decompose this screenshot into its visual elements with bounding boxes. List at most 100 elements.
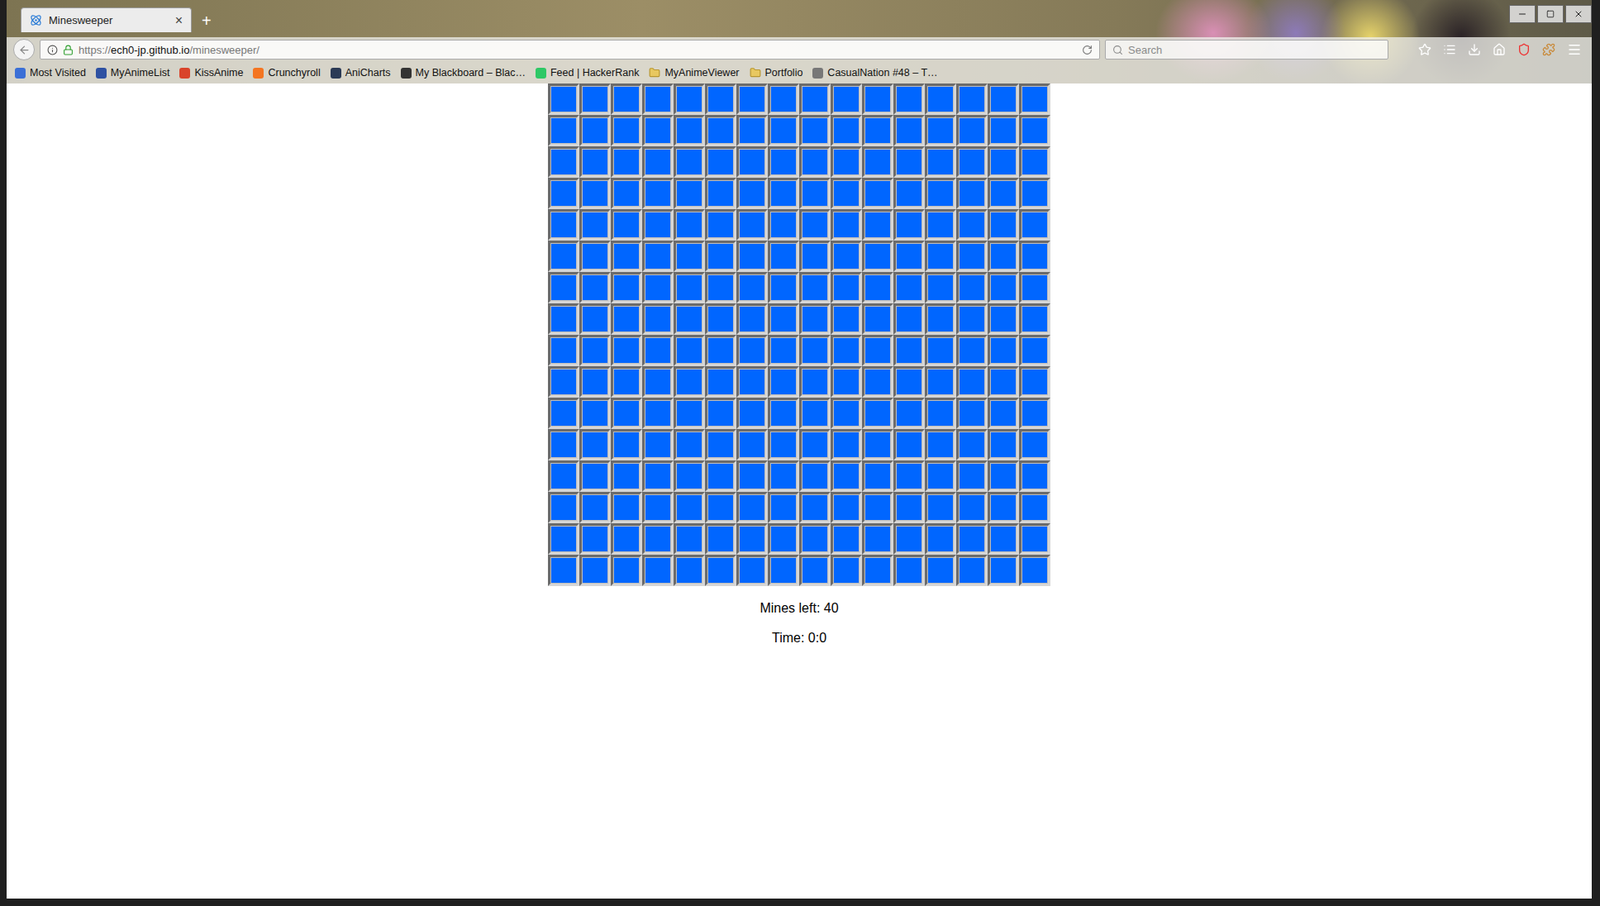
board-cell[interactable] xyxy=(704,240,737,272)
board-cell[interactable] xyxy=(547,523,580,555)
board-cell[interactable] xyxy=(610,83,643,115)
reload-icon[interactable] xyxy=(1081,44,1093,56)
board-cell[interactable] xyxy=(1019,366,1051,398)
board-cell[interactable] xyxy=(830,177,862,210)
board-cell[interactable] xyxy=(642,334,674,367)
board-cell[interactable] xyxy=(767,303,800,335)
board-cell[interactable] xyxy=(861,83,894,115)
board-cell[interactable] xyxy=(861,209,894,241)
board-cell[interactable] xyxy=(642,523,674,555)
board-cell[interactable] xyxy=(799,303,831,335)
board-cell[interactable] xyxy=(673,240,705,272)
board-cell[interactable] xyxy=(767,428,800,461)
board-cell[interactable] xyxy=(736,491,768,524)
board-cell[interactable] xyxy=(987,428,1020,461)
board-cell[interactable] xyxy=(924,554,957,586)
board-cell[interactable] xyxy=(861,271,894,304)
board-cell[interactable] xyxy=(736,146,768,178)
board-cell[interactable] xyxy=(924,240,957,272)
board-cell[interactable] xyxy=(1019,460,1051,492)
board-cell[interactable] xyxy=(861,240,894,272)
board-cell[interactable] xyxy=(673,146,705,178)
board-cell[interactable] xyxy=(673,554,705,586)
board-cell[interactable] xyxy=(610,303,643,335)
board-cell[interactable] xyxy=(987,334,1020,367)
board-cell[interactable] xyxy=(704,114,737,147)
board-cell[interactable] xyxy=(579,428,611,461)
board-cell[interactable] xyxy=(924,460,957,492)
board-cell[interactable] xyxy=(579,209,611,241)
board-cell[interactable] xyxy=(767,271,800,304)
board-cell[interactable] xyxy=(799,83,831,115)
board-cell[interactable] xyxy=(610,240,643,272)
board-cell[interactable] xyxy=(924,271,957,304)
board-cell[interactable] xyxy=(799,334,831,367)
board-cell[interactable] xyxy=(547,554,580,586)
board-cell[interactable] xyxy=(736,428,768,461)
board-cell[interactable] xyxy=(704,428,737,461)
board-cell[interactable] xyxy=(547,114,580,147)
board-cell[interactable] xyxy=(704,303,737,335)
board-cell[interactable] xyxy=(736,177,768,210)
board-cell[interactable] xyxy=(767,334,800,367)
board-cell[interactable] xyxy=(642,366,674,398)
shield-icon[interactable] xyxy=(1517,42,1531,57)
board-cell[interactable] xyxy=(893,209,925,241)
board-cell[interactable] xyxy=(956,460,988,492)
bookmark[interactable]: CasualNation #48 – T… xyxy=(812,66,938,79)
download-icon[interactable] xyxy=(1467,42,1481,57)
board-cell[interactable] xyxy=(987,83,1020,115)
board-cell[interactable] xyxy=(704,491,737,524)
board-cell[interactable] xyxy=(610,177,643,210)
board-cell[interactable] xyxy=(579,114,611,147)
board-cell[interactable] xyxy=(1019,397,1051,429)
board-cell[interactable] xyxy=(987,146,1020,178)
board-cell[interactable] xyxy=(924,146,957,178)
board-cell[interactable] xyxy=(673,428,705,461)
board-cell[interactable] xyxy=(579,146,611,178)
board-cell[interactable] xyxy=(893,491,925,524)
board-cell[interactable] xyxy=(799,114,831,147)
board-cell[interactable] xyxy=(956,177,988,210)
board-cell[interactable] xyxy=(547,428,580,461)
board-cell[interactable] xyxy=(830,83,862,115)
board-cell[interactable] xyxy=(579,491,611,524)
menu-icon[interactable] xyxy=(1566,42,1582,58)
board-cell[interactable] xyxy=(1019,554,1051,586)
board-cell[interactable] xyxy=(704,146,737,178)
board-cell[interactable] xyxy=(799,240,831,272)
board-cell[interactable] xyxy=(861,303,894,335)
board-cell[interactable] xyxy=(1019,209,1051,241)
board-cell[interactable] xyxy=(893,428,925,461)
addon-icon[interactable] xyxy=(1542,42,1556,57)
board-cell[interactable] xyxy=(956,146,988,178)
board-cell[interactable] xyxy=(830,271,862,304)
board-cell[interactable] xyxy=(610,428,643,461)
board-cell[interactable] xyxy=(799,271,831,304)
board-cell[interactable] xyxy=(642,240,674,272)
board-cell[interactable] xyxy=(830,428,862,461)
board-cell[interactable] xyxy=(799,460,831,492)
board-cell[interactable] xyxy=(830,366,862,398)
board-cell[interactable] xyxy=(767,366,800,398)
board-cell[interactable] xyxy=(736,240,768,272)
board-cell[interactable] xyxy=(767,83,800,115)
board-cell[interactable] xyxy=(610,271,643,304)
board-cell[interactable] xyxy=(704,177,737,210)
board-cell[interactable] xyxy=(673,334,705,367)
board-cell[interactable] xyxy=(893,240,925,272)
search-field[interactable]: Search xyxy=(1104,39,1389,60)
board-cell[interactable] xyxy=(579,366,611,398)
board-cell[interactable] xyxy=(987,271,1020,304)
board-cell[interactable] xyxy=(830,303,862,335)
bookmark-star-icon[interactable] xyxy=(1418,42,1432,57)
board-cell[interactable] xyxy=(956,303,988,335)
board-cell[interactable] xyxy=(547,240,580,272)
board-cell[interactable] xyxy=(924,491,957,524)
board-cell[interactable] xyxy=(924,523,957,555)
board-cell[interactable] xyxy=(861,114,894,147)
board-cell[interactable] xyxy=(736,209,768,241)
board-cell[interactable] xyxy=(861,523,894,555)
board-cell[interactable] xyxy=(1019,523,1051,555)
board-cell[interactable] xyxy=(579,460,611,492)
